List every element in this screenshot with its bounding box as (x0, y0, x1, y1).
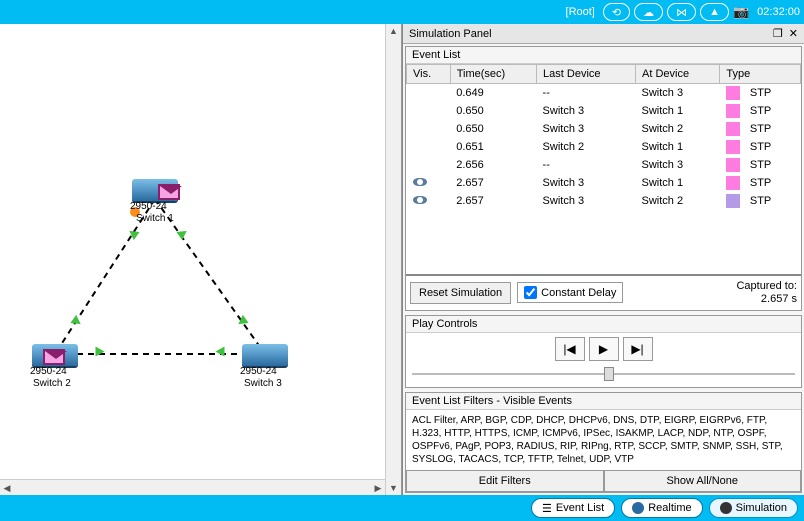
top-toolbar: [Root] ⟲ ☁ ⋈ ▲ 📷 02:32:00 (0, 0, 804, 24)
event-list-header: Event List (406, 47, 801, 64)
table-row[interactable]: 2.657Switch 3Switch 1STP (407, 174, 801, 192)
simulation-mode-button[interactable]: Simulation (709, 498, 798, 518)
clock-display: 02:32:00 (757, 6, 800, 18)
link-status-icon (176, 227, 189, 240)
root-label: [Root] (566, 6, 595, 18)
type-color-swatch (726, 158, 740, 172)
back-icon: ⟲ (612, 6, 621, 19)
type-color-swatch (726, 140, 740, 154)
simulation-label: Simulation (736, 502, 787, 514)
toolbar-image-button[interactable]: ▲ (700, 3, 729, 21)
play-button[interactable]: ▶ (589, 337, 619, 361)
table-row[interactable]: 2.656--Switch 3STP (407, 156, 801, 174)
edit-filters-button[interactable]: Edit Filters (406, 470, 604, 492)
reset-simulation-button[interactable]: Reset Simulation (410, 282, 511, 304)
topology-canvas[interactable]: 2950-24 Switch 1 2950-24 Switch 2 2950-2… (0, 24, 402, 495)
simulation-panel: Simulation Panel ❐ ✕ Event List Vis. Tim… (402, 24, 804, 495)
filters-header: Event List Filters - Visible Events (406, 393, 801, 410)
type-color-swatch (726, 176, 740, 190)
simulation-panel-title-bar: Simulation Panel ❐ ✕ (403, 24, 804, 44)
link-status-icon (235, 315, 248, 328)
link-icon: ⋈ (676, 6, 687, 19)
link-status-icon (96, 347, 105, 357)
link-status-icon (70, 315, 83, 328)
table-row[interactable]: 2.657Switch 3Switch 2STP (407, 192, 801, 210)
pdu-envelope[interactable] (158, 184, 180, 200)
realtime-label: Realtime (648, 502, 691, 514)
col-type[interactable]: Type (720, 65, 801, 84)
device-model-label: 2950-24 (30, 366, 67, 377)
pdu-envelope[interactable] (43, 349, 65, 365)
event-list-toggle[interactable]: ☰ Event List (531, 498, 615, 518)
device-model-label: 2950-24 (130, 201, 167, 212)
device-model-label: 2950-24 (240, 366, 277, 377)
device-name-label: Switch 1 (136, 213, 174, 224)
constant-delay-checkbox[interactable]: Constant Delay (517, 282, 623, 303)
constant-delay-input[interactable] (524, 286, 537, 299)
event-list-table: Vis. Time(sec) Last Device At Device Typ… (406, 64, 801, 210)
eye-icon (413, 178, 427, 186)
link-lines (0, 24, 401, 495)
captured-to-display: Captured to: 2.657 s (736, 280, 797, 306)
realtime-mode-button[interactable]: Realtime (621, 498, 702, 518)
table-row[interactable]: 0.649--Switch 3STP (407, 84, 801, 103)
scroll-left-icon[interactable]: ◀ (0, 481, 14, 495)
table-row[interactable]: 0.651Switch 2Switch 1STP (407, 138, 801, 156)
toolbar-cloud-button[interactable]: ☁ (634, 3, 663, 21)
type-color-swatch (726, 104, 740, 118)
table-row[interactable]: 0.650Switch 3Switch 1STP (407, 102, 801, 120)
list-icon: ☰ (542, 502, 552, 515)
constant-delay-label: Constant Delay (541, 287, 616, 299)
bottom-toolbar: ☰ Event List Realtime Simulation (0, 495, 804, 521)
play-controls-header: Play Controls (406, 316, 801, 333)
image-icon: ▲ (709, 6, 720, 18)
link-status-icon (216, 347, 225, 357)
device-name-label: Switch 2 (33, 378, 71, 389)
step-forward-button[interactable]: ▶| (623, 337, 653, 361)
col-at-device[interactable]: At Device (636, 65, 720, 84)
filters-list: ACL Filter, ARP, BGP, CDP, DHCP, DHCPv6,… (406, 410, 801, 470)
col-last-device[interactable]: Last Device (537, 65, 636, 84)
simulation-panel-title: Simulation Panel (409, 28, 492, 40)
close-icon[interactable]: ✕ (789, 27, 798, 40)
event-list-toggle-label: Event List (556, 502, 604, 514)
clock-icon (632, 502, 644, 514)
col-time[interactable]: Time(sec) (450, 65, 536, 84)
scroll-right-icon[interactable]: ▶ (371, 481, 385, 495)
device-name-label: Switch 3 (244, 378, 282, 389)
toolbar-back-button[interactable]: ⟲ (603, 3, 630, 21)
cloud-icon: ☁ (643, 6, 654, 19)
table-row[interactable]: 0.650Switch 3Switch 2STP (407, 120, 801, 138)
type-color-swatch (726, 122, 740, 136)
speed-slider[interactable] (412, 365, 795, 383)
type-color-swatch (726, 86, 740, 100)
canvas-vscrollbar[interactable]: ▲ ▼ (385, 24, 401, 495)
detach-icon[interactable]: ❐ (773, 27, 783, 40)
toolbar-link-button[interactable]: ⋈ (667, 3, 696, 21)
type-color-swatch (726, 194, 740, 208)
eye-icon (413, 196, 427, 204)
main-area: 2950-24 Switch 1 2950-24 Switch 2 2950-2… (0, 24, 804, 495)
canvas-hscrollbar[interactable]: ◀ ▶ (0, 479, 385, 495)
scroll-down-icon[interactable]: ▼ (387, 481, 401, 495)
step-back-button[interactable]: |◀ (555, 337, 585, 361)
link-status-icon (126, 227, 139, 240)
scroll-up-icon[interactable]: ▲ (387, 24, 401, 38)
show-all-none-button[interactable]: Show All/None (604, 470, 802, 492)
camera-icon[interactable]: 📷 (733, 4, 749, 20)
col-vis[interactable]: Vis. (407, 65, 451, 84)
device-switch-3[interactable] (242, 344, 288, 366)
stopwatch-icon (720, 502, 732, 514)
